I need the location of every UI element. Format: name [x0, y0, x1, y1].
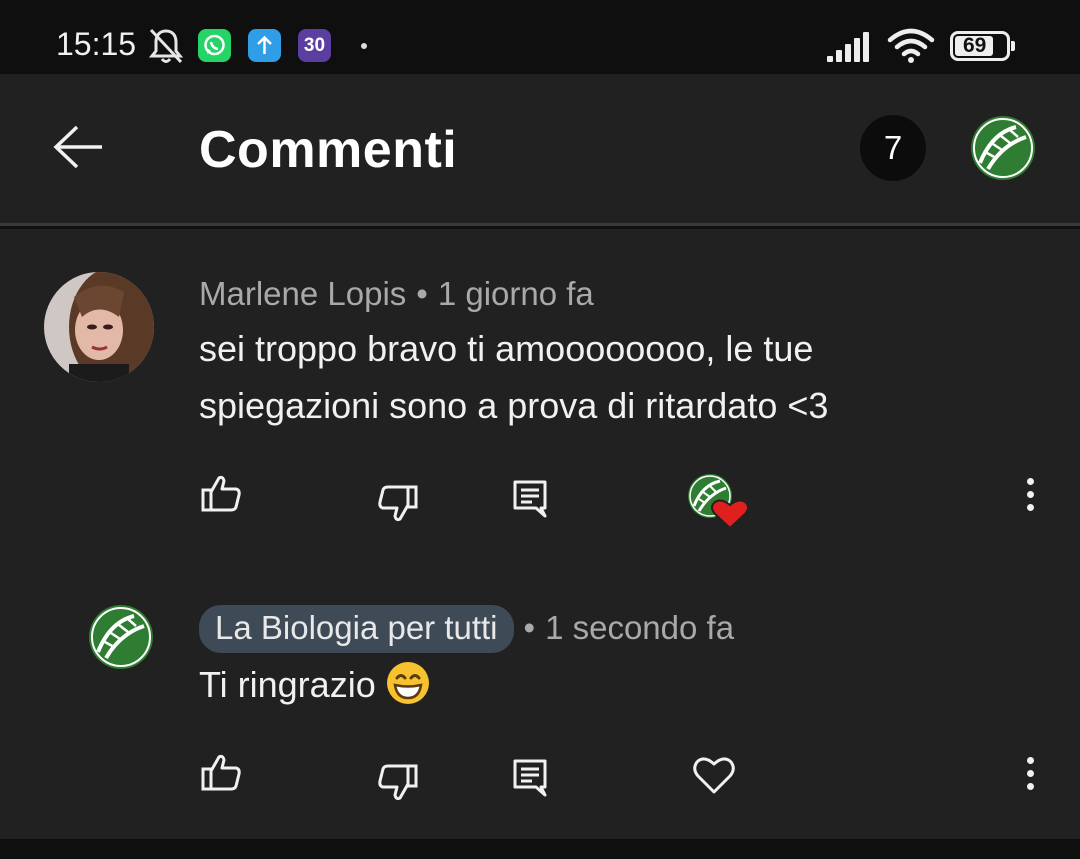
comment-meta: Marlene Lopis • 1 giorno fa: [199, 275, 594, 312]
comment-time: 1 giorno fa: [437, 275, 594, 312]
signal-icon: [827, 32, 869, 62]
back-arrow-icon[interactable]: [52, 124, 104, 170]
status-bar: 15:15 30 69: [0, 0, 1080, 74]
app-30-icon: 30: [298, 29, 331, 62]
creator-heart-icon: [688, 474, 748, 530]
like-button[interactable]: [199, 472, 243, 516]
comment-count-badge: 7: [860, 115, 926, 181]
heart-button[interactable]: [692, 753, 736, 797]
reply-button[interactable]: [508, 756, 552, 800]
like-button[interactable]: [199, 751, 243, 795]
status-time: 15:15: [56, 26, 137, 62]
page-title: Commenti: [199, 121, 458, 179]
comment-text: sei troppo bravo ti amoooooooo, le tue s…: [199, 328, 829, 426]
comments-list: Marlene Lopis • 1 giorno fa sei troppo bra…: [0, 229, 1080, 839]
more-options-button[interactable]: [1024, 757, 1036, 797]
battery-level: 69: [963, 34, 987, 57]
comment-time: 1 secondo fa: [545, 609, 735, 646]
notification-dot: [361, 43, 367, 49]
channel-avatar[interactable]: [88, 604, 154, 670]
reply-button[interactable]: [508, 477, 552, 521]
grinning-face-icon: [386, 662, 429, 704]
mute-bell-icon: [148, 28, 184, 64]
whatsapp-icon: [198, 29, 231, 62]
comments-header: Commenti 7: [0, 74, 1080, 226]
upload-icon: [248, 29, 281, 62]
more-options-button[interactable]: [1024, 478, 1036, 518]
channel-author-chip[interactable]: La Biologia per tutti: [199, 605, 514, 653]
user-avatar[interactable]: [44, 272, 154, 382]
comment-author[interactable]: Marlene Lopis: [199, 275, 406, 312]
battery-icon: 69: [950, 31, 1015, 61]
channel-avatar[interactable]: [970, 115, 1036, 181]
dislike-button[interactable]: [376, 481, 420, 525]
comment-meta: La Biologia per tutti • 1 secondo fa: [199, 605, 734, 653]
comment-text: Ti ringrazio: [199, 656, 430, 713]
dislike-button[interactable]: [376, 760, 420, 804]
bottom-edge: [0, 839, 1080, 859]
wifi-icon: [887, 28, 935, 63]
